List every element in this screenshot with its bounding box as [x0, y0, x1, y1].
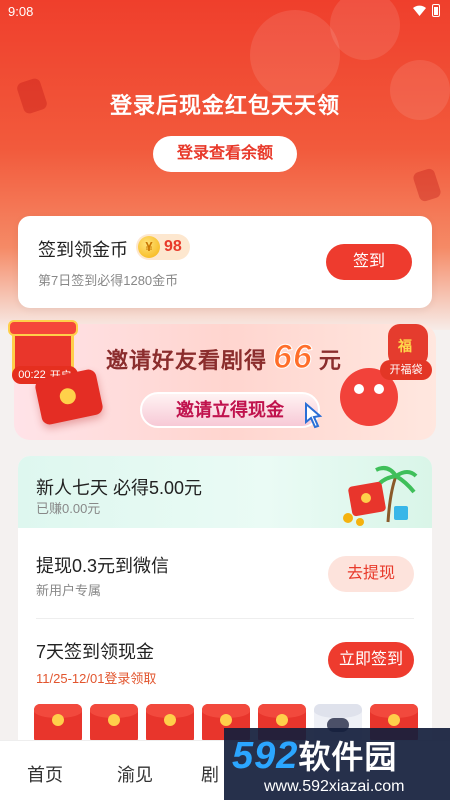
withdraw-subtitle: 新用户专属: [36, 583, 102, 598]
seven-day-title: 7天签到领现金: [36, 642, 155, 662]
invite-banner[interactable]: 00:22 开启 邀请好友看剧得 66 元 邀请立得现金 开福袋: [0, 318, 450, 446]
status-icons: [413, 4, 440, 17]
status-time: 9:08: [8, 4, 34, 19]
day-envelope-icon: [90, 704, 138, 744]
invite-amount: 66: [273, 338, 313, 377]
nav-home[interactable]: 首页: [27, 761, 63, 787]
seven-day-task: 7天签到领现金 11/25-12/01登录领取 立即签到: [18, 618, 432, 690]
signin-subtitle: 第7日签到必得1280金币: [38, 273, 179, 288]
nav-yujian[interactable]: 渝见: [117, 761, 153, 787]
sign-in-now-button[interactable]: 立即签到: [328, 642, 414, 678]
newbie-title: 新人七天 必得5.00元: [36, 478, 203, 498]
signin-title: 签到领金币: [38, 240, 128, 260]
nav-drama[interactable]: 剧: [201, 761, 219, 787]
withdraw-task: 提现0.3元到微信 新用户专属 去提现: [18, 528, 432, 600]
watermark: 592软件园 www.592xiazai.com: [224, 728, 450, 800]
pointing-hand-icon: [305, 401, 323, 429]
battery-icon: [432, 4, 440, 17]
coin-count: 98: [164, 238, 182, 255]
wifi-icon: [413, 5, 426, 16]
watermark-logo: 592软件园: [232, 732, 397, 778]
newbie-task[interactable]: 新人七天 必得5.00元 已赚0.00元: [18, 456, 432, 528]
tasks-card: 新人七天 必得5.00元 已赚0.00元 提现0.3元到微信 新用户专属 去提现…: [18, 456, 432, 756]
coin-icon: ¥: [138, 236, 160, 258]
login-view-balance-button[interactable]: 登录查看余额: [153, 136, 297, 172]
day-envelope-icon: [34, 704, 82, 744]
watermark-url: www.592xiazai.com: [264, 778, 405, 795]
signin-card: 签到领金币 ¥ 98 第7日签到必得1280金币 签到: [18, 216, 432, 308]
lucky-bag-label[interactable]: 开福袋: [380, 360, 432, 380]
beach-gift-icon: [343, 466, 418, 526]
withdraw-title: 提现0.3元到微信: [36, 556, 170, 576]
day-envelope-icon: [146, 704, 194, 744]
hero-decoration: [411, 167, 443, 203]
invite-prefix: 邀请好友看剧得: [106, 348, 268, 373]
invite-suffix: 元: [318, 348, 342, 373]
hero-title: 登录后现金红包天天领: [109, 93, 340, 118]
invite-cash-button[interactable]: 邀请立得现金: [140, 392, 320, 428]
withdraw-button[interactable]: 去提现: [328, 556, 414, 592]
coin-balance: ¥ 98: [136, 234, 190, 260]
gift-lid-icon: [8, 320, 78, 336]
signin-button[interactable]: 签到: [326, 244, 412, 280]
watermark-logo-number: 592: [232, 735, 299, 777]
status-bar: 9:08: [0, 0, 450, 24]
seven-day-subtitle: 11/25-12/01登录领取: [36, 671, 157, 686]
watermark-logo-text: 软件园: [298, 739, 398, 775]
newbie-subtitle: 已赚0.00元: [36, 501, 101, 516]
invite-headline: 邀请好友看剧得 66 元: [106, 338, 342, 377]
